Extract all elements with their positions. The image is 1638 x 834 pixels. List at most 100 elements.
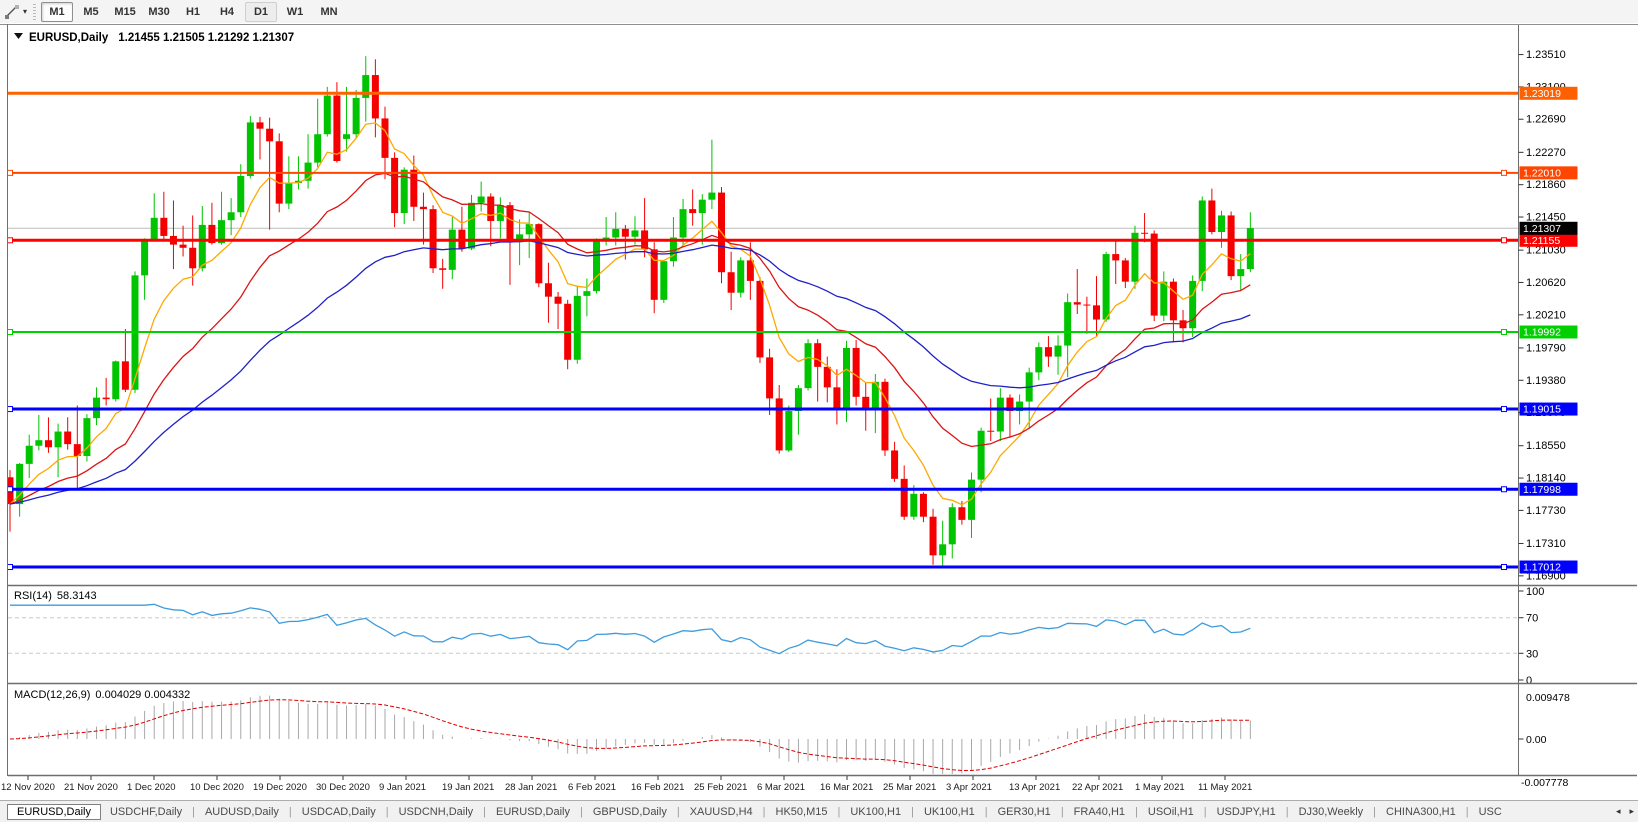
chart-tab-xauusd-h4[interactable]: XAUUSD,H4 bbox=[681, 804, 762, 820]
candle-down bbox=[506, 205, 513, 242]
date-axis-label: 6 Mar 2021 bbox=[757, 782, 805, 793]
hline-handle[interactable] bbox=[8, 330, 13, 335]
chart-tab-fra40-h1[interactable]: FRA40,H1 bbox=[1065, 804, 1134, 820]
chart-tab-eurusd-daily[interactable]: EURUSD,Daily bbox=[7, 804, 101, 820]
chart-tab-uk100-h1[interactable]: UK100,H1 bbox=[841, 804, 910, 820]
candle-up bbox=[1237, 269, 1244, 276]
candle-down bbox=[622, 229, 629, 237]
date-axis-label: 3 Apr 2021 bbox=[946, 782, 992, 793]
chart-tab-usdjpy-h1[interactable]: USDJPY,H1 bbox=[1208, 804, 1285, 820]
toolbar-grip[interactable] bbox=[33, 4, 36, 20]
date-axis-label: 25 Mar 2021 bbox=[883, 782, 936, 793]
hline-handle[interactable] bbox=[1502, 238, 1507, 243]
toolbar: ▾ M1M5M15M30H1H4D1W1MN bbox=[0, 0, 1638, 23]
candle-up bbox=[141, 241, 148, 276]
price-axis-label: 1.22690 bbox=[1526, 114, 1566, 126]
candle-up bbox=[1247, 228, 1254, 269]
candle-down bbox=[930, 517, 937, 556]
candle-down bbox=[689, 209, 696, 213]
candle-up bbox=[285, 183, 292, 204]
candle-up bbox=[910, 494, 917, 517]
hline-handle[interactable] bbox=[1502, 330, 1507, 335]
chart-tab-gbpusd-daily[interactable]: GBPUSD,Daily bbox=[584, 804, 676, 820]
chart-tabs: EURUSD,DailyUSDCHF,Daily|AUDUSD,Daily|US… bbox=[0, 800, 1638, 822]
rsi-axis-label: 0 bbox=[1526, 675, 1532, 687]
date-axis-label: 19 Jan 2021 bbox=[442, 782, 494, 793]
candle-up bbox=[35, 440, 42, 446]
hline-handle[interactable] bbox=[8, 238, 13, 243]
toolbar-caret-icon[interactable]: ▾ bbox=[23, 7, 27, 16]
hline-handle[interactable] bbox=[8, 487, 13, 492]
candle-down bbox=[45, 440, 52, 447]
hline-handle[interactable] bbox=[8, 170, 13, 175]
chart-tab-usc[interactable]: USC bbox=[1470, 804, 1511, 820]
timeframe-button-m30[interactable]: M30 bbox=[143, 2, 175, 22]
tab-scroll-right-icon[interactable]: ▸ bbox=[1629, 806, 1634, 817]
candle-up bbox=[1103, 254, 1110, 319]
date-axis-label: 25 Feb 2021 bbox=[694, 782, 747, 793]
hline-handle[interactable] bbox=[1502, 565, 1507, 570]
candle-up bbox=[699, 200, 706, 213]
candle-up bbox=[199, 225, 206, 268]
date-axis-label: 19 Dec 2020 bbox=[253, 782, 307, 793]
date-axis-label: 11 May 2021 bbox=[1198, 782, 1252, 793]
chart-tab-china300-h1[interactable]: CHINA300,H1 bbox=[1377, 804, 1465, 820]
candle-down bbox=[958, 507, 965, 520]
chart-tab-hk50-m15[interactable]: HK50,M15 bbox=[767, 804, 837, 820]
chart-tab-uk100-h1[interactable]: UK100,H1 bbox=[915, 804, 984, 820]
macd-label: MACD(12,26,9)0.004029 0.004332 bbox=[14, 689, 190, 701]
candle-up bbox=[237, 176, 244, 212]
date-axis-label: 13 Apr 2021 bbox=[1009, 782, 1060, 793]
hline-handle[interactable] bbox=[1502, 407, 1507, 412]
macd-axis-top: 0.009478 bbox=[1526, 692, 1570, 704]
chart-tab-ger30-h1[interactable]: GER30,H1 bbox=[989, 804, 1060, 820]
timeframe-button-h4[interactable]: H4 bbox=[211, 2, 243, 22]
candle-up bbox=[997, 398, 1004, 432]
line-tools-icon[interactable] bbox=[3, 3, 21, 21]
price-axis-label: 1.21450 bbox=[1526, 212, 1566, 224]
date-axis-label: 21 Nov 2020 bbox=[64, 782, 118, 793]
chart-tab-audusd-daily[interactable]: AUDUSD,Daily bbox=[196, 804, 288, 820]
price-axis-label: 1.21860 bbox=[1526, 179, 1566, 191]
timeframe-button-h1[interactable]: H1 bbox=[177, 2, 209, 22]
hline-handle[interactable] bbox=[8, 407, 13, 412]
candle-up bbox=[574, 296, 581, 360]
date-axis-label: 10 Dec 2020 bbox=[190, 782, 244, 793]
hline-handle[interactable] bbox=[8, 565, 13, 570]
date-axis-label: 1 Dec 2020 bbox=[127, 782, 176, 793]
candle-up bbox=[343, 134, 350, 139]
candle-down bbox=[920, 494, 927, 517]
candle-down bbox=[1208, 200, 1215, 232]
timeframe-button-m1[interactable]: M1 bbox=[41, 2, 73, 22]
candle-up bbox=[247, 122, 254, 176]
date-axis-label: 30 Dec 2020 bbox=[316, 782, 370, 793]
price-axis-label: 1.22270 bbox=[1526, 147, 1566, 159]
candle-up bbox=[939, 544, 946, 555]
hline-handle[interactable] bbox=[1502, 170, 1507, 175]
candle-down bbox=[1170, 282, 1177, 321]
hline-handle[interactable] bbox=[1502, 487, 1507, 492]
timeframe-button-d1[interactable]: D1 bbox=[245, 2, 277, 22]
candle-up bbox=[631, 230, 638, 236]
timeframe-button-mn[interactable]: MN bbox=[313, 2, 345, 22]
chart-tab-usdcad-daily[interactable]: USDCAD,Daily bbox=[293, 804, 385, 820]
timeframe-button-m5[interactable]: M5 bbox=[75, 2, 107, 22]
candle-down bbox=[103, 398, 110, 400]
rsi-axis-label: 70 bbox=[1526, 613, 1538, 625]
chart-tab-eurusd-daily[interactable]: EURUSD,Daily bbox=[487, 804, 579, 820]
chart-window: 1.235101.231001.226901.222701.218601.214… bbox=[0, 24, 1638, 799]
chart-tab-dj30-weekly[interactable]: DJ30,Weekly bbox=[1290, 804, 1373, 820]
tab-scroll-left-icon[interactable]: ◂ bbox=[1616, 806, 1621, 817]
candle-down bbox=[555, 297, 562, 304]
candle-down bbox=[439, 268, 446, 270]
candle-up bbox=[151, 218, 158, 241]
chart-tab-usdchf-daily[interactable]: USDCHF,Daily bbox=[101, 804, 191, 820]
candle-up bbox=[55, 432, 62, 448]
candle-down bbox=[391, 158, 398, 213]
price-axis-label: 1.19380 bbox=[1526, 375, 1566, 387]
chart-tab-usdcnh-daily[interactable]: USDCNH,Daily bbox=[390, 804, 483, 820]
timeframe-button-m15[interactable]: M15 bbox=[109, 2, 141, 22]
chart-tab-usoil-h1[interactable]: USOil,H1 bbox=[1139, 804, 1203, 820]
timeframe-button-w1[interactable]: W1 bbox=[279, 2, 311, 22]
candle-up bbox=[1218, 215, 1225, 232]
